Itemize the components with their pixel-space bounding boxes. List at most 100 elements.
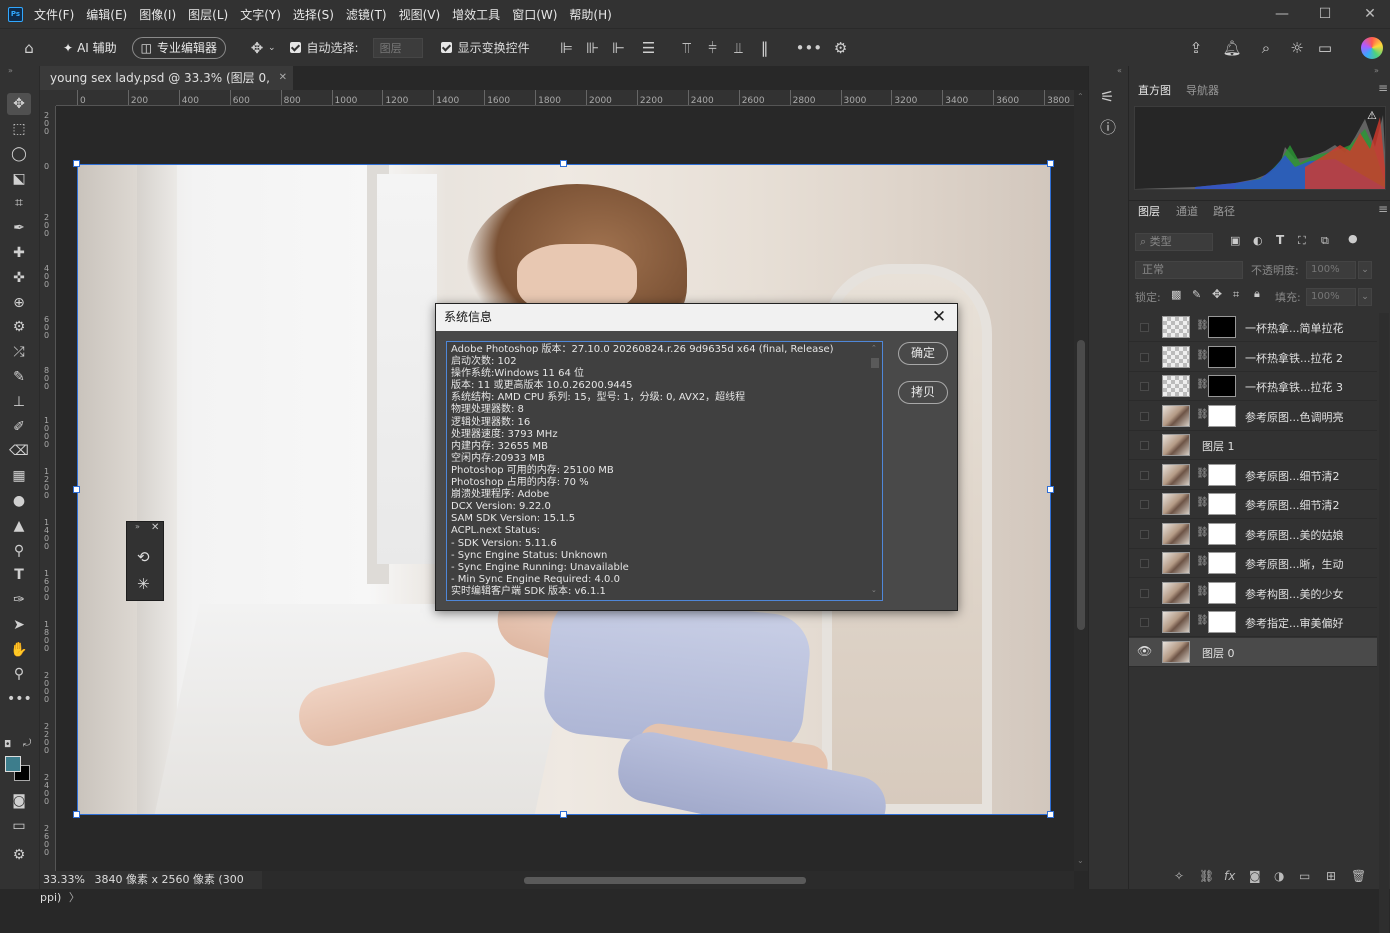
adjustment-layer-icon[interactable]: ◑ (1274, 869, 1284, 883)
transform-handle-r[interactable] (1047, 486, 1054, 493)
visibility-toggle[interactable] (1140, 618, 1149, 627)
bell-icon[interactable]: 🔔︎ (1222, 39, 1242, 57)
layer-mask-thumbnail[interactable] (1208, 463, 1236, 486)
share-icon[interactable]: ⇪ (1186, 39, 1206, 57)
horizontal-scroll-thumb[interactable] (524, 877, 806, 884)
transform-handle-br[interactable] (1047, 811, 1054, 818)
tab-channels[interactable]: 通道 (1176, 203, 1198, 219)
quick-mask-icon[interactable]: ◙ (7, 790, 31, 812)
distribute-icon[interactable]: ☰ (640, 39, 658, 57)
visibility-toggle[interactable] (1140, 382, 1149, 391)
menu-item[interactable]: 窗口(W) (512, 6, 557, 23)
chevron-down-icon[interactable]: ⌄ (1358, 288, 1372, 306)
chain-link-icon[interactable]: ⛓ (1196, 409, 1209, 420)
maximize-icon[interactable]: ☐ (1315, 4, 1335, 24)
pro-editor-button[interactable]: ◫ 专业编辑器 (131, 36, 226, 59)
adjustments-icon[interactable]: ⚟ (1100, 87, 1114, 106)
adjustment-filter-icon[interactable]: ◐ (1253, 234, 1263, 247)
layer-mask-thumbnail[interactable] (1208, 493, 1236, 515)
visibility-toggle[interactable] (1140, 323, 1149, 332)
healing-brush-icon[interactable]: ✚ (7, 242, 31, 264)
ai-assist-button[interactable]: ✦ AI 辅助 (54, 37, 126, 59)
blur-tool-icon[interactable]: ● (7, 490, 31, 512)
foreground-color-swatch[interactable] (5, 756, 21, 772)
layer-mask-thumbnail[interactable] (1208, 375, 1236, 397)
add-mask-icon[interactable]: ◙ (1249, 869, 1261, 883)
more-options-icon[interactable]: ••• (796, 39, 823, 57)
layer-mask-thumbnail[interactable] (1208, 552, 1236, 574)
tab-navigator[interactable]: 导航器 (1186, 82, 1219, 98)
layer-row[interactable]: ⛓ 参考构图...美的少女 (1129, 579, 1377, 608)
layer-mask-thumbnail[interactable] (1208, 316, 1236, 338)
stamp-tool-icon[interactable]: ⊥ (7, 391, 31, 413)
menu-item[interactable]: 滤镜(T) (346, 6, 387, 23)
tab-layers[interactable]: 图层 (1138, 203, 1160, 219)
eye-icon[interactable]: 👁︎ (1137, 644, 1152, 658)
menu-item[interactable]: 文件(F) (34, 6, 74, 23)
swap-colors-icon[interactable]: ⤾ (23, 738, 31, 749)
align-right-icon[interactable]: ⊩ (610, 39, 628, 57)
close-icon[interactable]: ✕ (151, 522, 159, 533)
chevron-down-icon[interactable]: ⌄ (1358, 261, 1372, 279)
layer-row[interactable]: ⛓ 一杯热拿...简单拉花 (1129, 313, 1377, 342)
warning-icon[interactable]: ⚠ (1367, 109, 1377, 122)
collapse-icon[interactable]: « (1117, 66, 1122, 75)
gradient-tool-icon[interactable]: ▦ (7, 465, 31, 487)
rotate-view-icon[interactable]: ⟲ (137, 548, 150, 566)
chain-link-icon[interactable]: ⛓ (1196, 615, 1209, 626)
type-tool-icon[interactable]: T (7, 564, 31, 586)
menu-item[interactable]: 文字(Y) (240, 6, 281, 23)
collapse-icon[interactable]: » (8, 66, 13, 75)
visibility-toggle[interactable] (1140, 559, 1149, 568)
lock-artboard-icon[interactable]: ⌗ (1233, 288, 1239, 302)
visibility-toggle[interactable] (1140, 441, 1149, 450)
menu-item[interactable]: 编辑(E) (86, 6, 127, 23)
document-tab[interactable]: young sex lady.psd @ 33.3% (图层 0, RGB/8)… (40, 66, 293, 109)
history-brush-icon[interactable]: ✐ (7, 416, 31, 438)
filter-toggle-icon[interactable]: ● (1348, 232, 1358, 245)
visibility-toggle[interactable] (1140, 588, 1149, 598)
layer-filter-dropdown[interactable]: ⌕ 类型 (1135, 233, 1213, 251)
ok-button[interactable]: 确定 (898, 342, 948, 365)
minimize-icon[interactable]: — (1272, 4, 1292, 24)
align-bottom-icon[interactable]: ⫫ (730, 39, 748, 57)
layer-mask-thumbnail[interactable] (1208, 404, 1236, 427)
chevron-down-icon[interactable]: ⌄ (268, 43, 276, 53)
horizontal-scrollbar[interactable] (262, 871, 1074, 889)
visibility-toggle[interactable] (1140, 352, 1149, 362)
collapse-icon[interactable]: » (1374, 66, 1379, 75)
scroll-down-icon[interactable]: ⌄ (1077, 856, 1084, 865)
brush-tool-icon[interactable]: ✎ (7, 366, 31, 388)
home-icon[interactable]: ⌂ (18, 39, 40, 57)
chain-link-icon[interactable]: ⛓ (1196, 586, 1209, 597)
spot-healing-icon[interactable]: ✜ (7, 267, 31, 289)
dodge-tool-icon[interactable]: ⚲ (7, 540, 31, 562)
layer-row[interactable]: ⛓ 参考指定...审美偏好 (1129, 608, 1377, 637)
layer-mask-thumbnail[interactable] (1208, 522, 1236, 545)
layer-mask-thumbnail[interactable] (1208, 581, 1236, 604)
eyedropper-tool-icon[interactable]: ✒ (7, 217, 31, 239)
screen-mode-icon[interactable]: ▭ (7, 815, 31, 837)
smart-object-filter-icon[interactable]: ⧉ (1321, 234, 1329, 248)
panel-menu-icon[interactable]: ≡ (1378, 202, 1388, 216)
hand-tool-icon[interactable]: ✋ (7, 639, 31, 661)
avatar[interactable] (1361, 37, 1383, 59)
zoom-tool-icon[interactable]: ⚲ (7, 663, 31, 685)
pen-tool-icon[interactable]: ✑ (7, 589, 31, 611)
chain-link-icon[interactable]: ⛓ (1196, 320, 1209, 331)
crop-tool-icon[interactable]: ⌗ (7, 192, 31, 214)
generative-fill-icon[interactable]: ⚙ (7, 316, 31, 338)
patch-tool-icon[interactable]: ⊕ (7, 292, 31, 314)
show-transform-checkbox[interactable] (440, 42, 452, 53)
chain-link-icon[interactable]: ⛓ (1196, 350, 1209, 361)
auto-select-dropdown[interactable]: 图层 (372, 37, 423, 58)
move-tool-icon[interactable]: ✥ (248, 39, 266, 57)
auto-select-checkbox[interactable] (289, 42, 301, 53)
layer-row[interactable]: 图层 1 (1129, 431, 1377, 460)
scroll-up-icon[interactable]: ⌃ (1077, 92, 1084, 101)
distribute-vertical-icon[interactable]: ‖ (756, 39, 774, 57)
layer-row[interactable]: ⛓ 参考原图...美的姑娘 (1129, 520, 1377, 549)
scroll-down-icon[interactable]: ⌄ (871, 586, 877, 594)
align-center-icon[interactable]: ⊪ (584, 39, 602, 57)
path-select-icon[interactable]: ➤ (7, 614, 31, 636)
